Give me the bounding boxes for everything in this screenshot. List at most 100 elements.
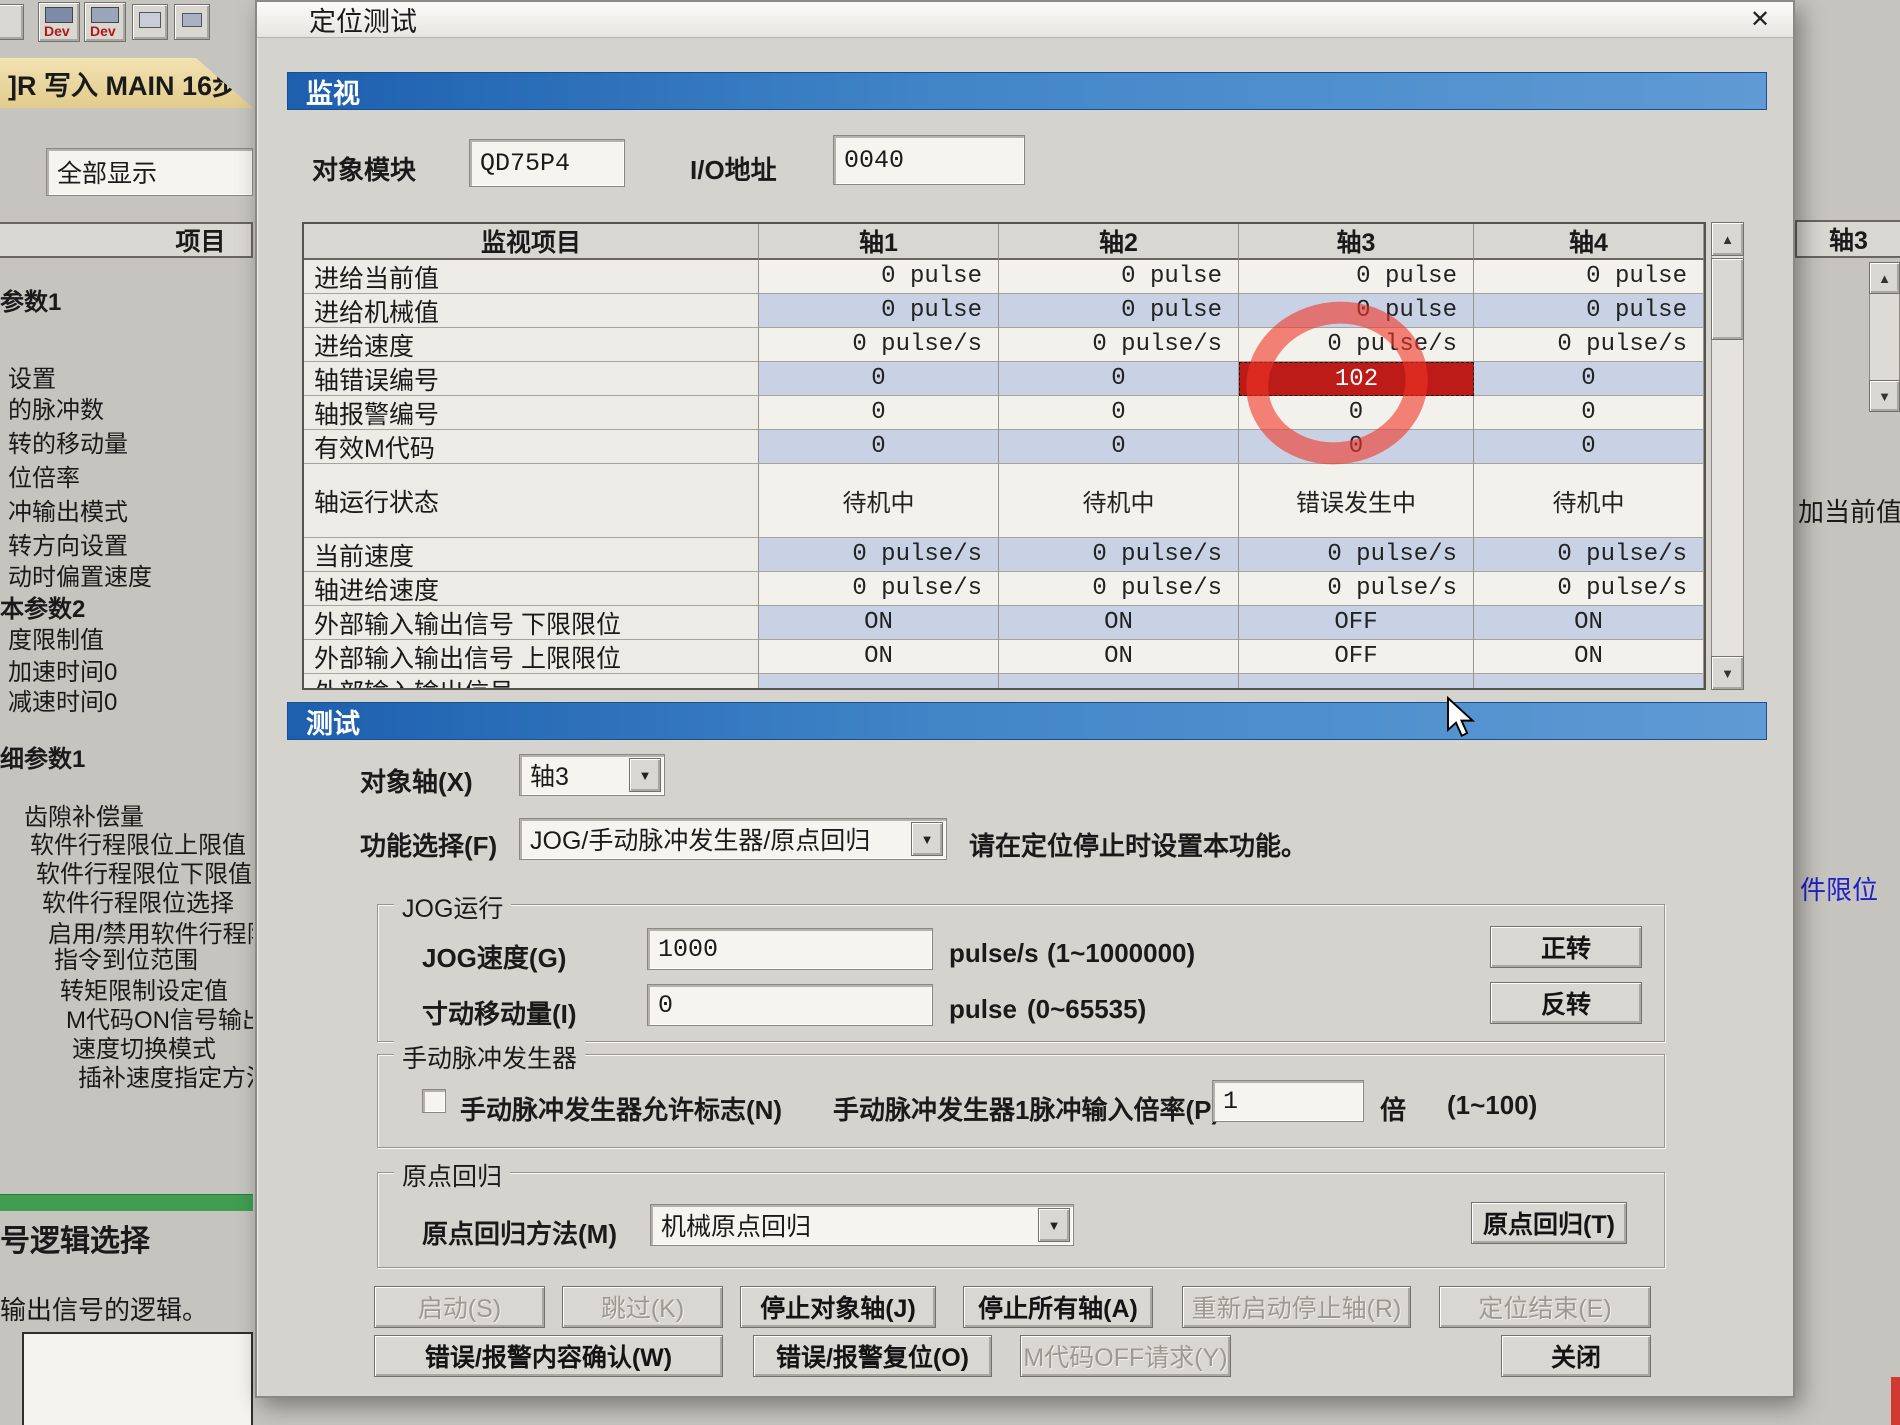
monitor-col-header: 轴2	[999, 224, 1239, 260]
monitor-scroll-up-icon[interactable]: ▲	[1711, 222, 1744, 256]
tree-item[interactable]: 本参数2	[0, 589, 85, 624]
monitor-value-cell: 0	[759, 396, 999, 430]
dialog-titlebar[interactable]: 定位测试 ✕	[257, 2, 1793, 38]
monitor-scroll-down-icon[interactable]: ▼	[1711, 656, 1744, 690]
monitor-value-cell: 0	[1474, 362, 1704, 396]
monitor-value-cell: 0 pulse/s	[999, 572, 1239, 606]
monitor-value-cell: 0 pulse/s	[1239, 572, 1474, 606]
action-button[interactable]: 错误/报警内容确认(W)	[374, 1335, 723, 1377]
action-button: M代码OFF请求(Y)	[1020, 1335, 1231, 1377]
tree-item[interactable]: 度限制值	[8, 620, 104, 655]
monitor-scroll-thumb[interactable]	[1711, 258, 1744, 340]
dialog-title: 定位测试	[257, 0, 417, 39]
chevron-down-icon[interactable]: ▼	[629, 758, 661, 792]
module-field[interactable]: QD75P4	[469, 139, 625, 187]
inching-range: (0~65535)	[1027, 994, 1146, 1025]
io-address-label: I/O地址	[690, 150, 777, 187]
monitor-value-cell: ON	[999, 640, 1239, 674]
monitor-value-cell: 0 pulse	[1474, 294, 1704, 328]
monitor-row-label: 轴进给速度	[304, 572, 759, 606]
action-button: 启动(S)	[374, 1286, 545, 1328]
bg-red-strip	[1891, 1377, 1900, 1425]
monitor-value-cell: ON	[1474, 640, 1704, 674]
tree-item[interactable]: 转方向设置	[8, 526, 128, 561]
function-select-combo[interactable]: JOG/手动脉冲发生器/原点回归 ▼	[519, 818, 947, 860]
table-row: 外部输入输出信号 上限限位ONONOFFON	[304, 640, 1704, 674]
tree-item[interactable]: 动时偏置速度	[8, 557, 152, 592]
tree-item[interactable]: 参数1	[0, 282, 61, 317]
monitor-value-cell: 0	[1239, 396, 1474, 430]
monitor-value-cell: OFF	[1239, 606, 1474, 640]
jog-speed-unit: pulse/s	[949, 938, 1039, 969]
target-axis-combo[interactable]: 轴3 ▼	[519, 754, 665, 796]
error-code-cell: 102	[1239, 362, 1474, 396]
table-row: 外部输入输出信号 下限限位ONONOFFON	[304, 606, 1704, 640]
opr-method-combo[interactable]: 机械原点回归 ▼	[650, 1204, 1074, 1246]
mpg-group-label: 手动脉冲发生器	[394, 1039, 585, 1075]
chevron-down-icon[interactable]: ▼	[911, 822, 943, 856]
action-button[interactable]: 停止所有轴(A)	[963, 1286, 1153, 1328]
monitor-value-cell: OFF	[1239, 640, 1474, 674]
monitor-row-label: 有效M代码	[304, 430, 759, 464]
tree-item[interactable]: 转的移动量	[8, 424, 128, 459]
close-icon[interactable]: ✕	[1743, 4, 1777, 34]
jog-speed-input[interactable]: 1000	[647, 928, 933, 970]
tree-item[interactable]: 位倍率	[8, 458, 80, 493]
monitor-col-header: 轴1	[759, 224, 999, 260]
io-address-field[interactable]: 0040	[833, 135, 1025, 185]
mpg-magnification-unit: 倍	[1380, 1090, 1406, 1127]
action-button: 跳过(K)	[562, 1286, 723, 1328]
jog-speed-range: (1~1000000)	[1047, 938, 1195, 969]
monitor-value-cell: 0 pulse	[999, 294, 1239, 328]
mpg-enable-label: 手动脉冲发生器允许标志(N)	[460, 1090, 782, 1127]
chevron-down-icon[interactable]: ▼	[1038, 1208, 1070, 1242]
tree-item[interactable]: 指令到位范围	[54, 940, 198, 975]
bg-limit-link[interactable]: 件限位	[1800, 870, 1878, 907]
jog-group-label: JOG运行	[394, 889, 511, 925]
target-axis-label: 对象轴(X)	[360, 762, 473, 799]
mpg-magnification-range: (1~100)	[1447, 1090, 1537, 1121]
action-button: 重新启动停止轴(R)	[1182, 1286, 1411, 1328]
tree-item[interactable]: 设置	[8, 359, 56, 394]
monitor-value-cell: 0 pulse/s	[1239, 538, 1474, 572]
action-button: 定位结束(E)	[1439, 1286, 1651, 1328]
monitor-col-header: 监视项目	[304, 224, 759, 260]
function-select-value: JOG/手动脉冲发生器/原点回归	[530, 821, 870, 857]
monitor-value-cell	[759, 674, 999, 690]
action-button[interactable]: 错误/报警复位(O)	[753, 1335, 992, 1377]
inching-input[interactable]: 0	[647, 984, 933, 1026]
tree-item[interactable]: 插补速度指定方法	[78, 1058, 253, 1093]
monitor-value-cell: 0 pulse	[759, 294, 999, 328]
monitor-value-cell: 0 pulse/s	[1239, 328, 1474, 362]
bg-add-current-label: 加当前值	[1798, 492, 1900, 529]
target-axis-value: 轴3	[530, 757, 569, 793]
tree-item[interactable]: 软件行程限位选择	[42, 883, 234, 918]
tree-item[interactable]: 冲输出模式	[8, 492, 128, 527]
bg-axis-column-header: 轴3	[1795, 220, 1900, 258]
monitor-row-label: 当前速度	[304, 538, 759, 572]
bg-scroll-up-icon[interactable]: ▲	[1869, 262, 1900, 294]
jog-reverse-button[interactable]: 反转	[1490, 982, 1642, 1024]
monitor-value-cell: 待机中	[999, 464, 1239, 538]
monitor-value-cell: 0 pulse	[1239, 260, 1474, 294]
tree-item[interactable]: 减速时间0	[8, 682, 117, 717]
table-row: 轴报警编号0000	[304, 396, 1704, 430]
monitor-value-cell: 0	[999, 396, 1239, 430]
opr-start-button[interactable]: 原点回归(T)	[1471, 1202, 1627, 1244]
table-row: 轴运行状态待机中待机中错误发生中待机中	[304, 464, 1704, 538]
bg-scroll-down-icon[interactable]: ▼	[1869, 380, 1900, 412]
monitor-value-cell: ON	[759, 606, 999, 640]
monitor-section-bar: 监视	[287, 72, 1767, 110]
table-row: 轴错误编号001020	[304, 362, 1704, 396]
jog-speed-label: JOG速度(G)	[422, 938, 566, 975]
tree-item[interactable]: 细参数1	[0, 739, 85, 774]
monitor-value-cell: ON	[759, 640, 999, 674]
action-button[interactable]: 关闭	[1501, 1335, 1651, 1377]
table-row: 进给机械值0 pulse0 pulse0 pulse0 pulse	[304, 294, 1704, 328]
monitor-row-label: 轴报警编号	[304, 396, 759, 430]
tree-item[interactable]: 的脉冲数	[8, 390, 104, 425]
jog-forward-button[interactable]: 正转	[1490, 926, 1642, 968]
mpg-magnification-input[interactable]: 1	[1212, 1080, 1364, 1122]
action-button[interactable]: 停止对象轴(J)	[740, 1286, 936, 1328]
mpg-enable-checkbox[interactable]	[422, 1089, 446, 1113]
